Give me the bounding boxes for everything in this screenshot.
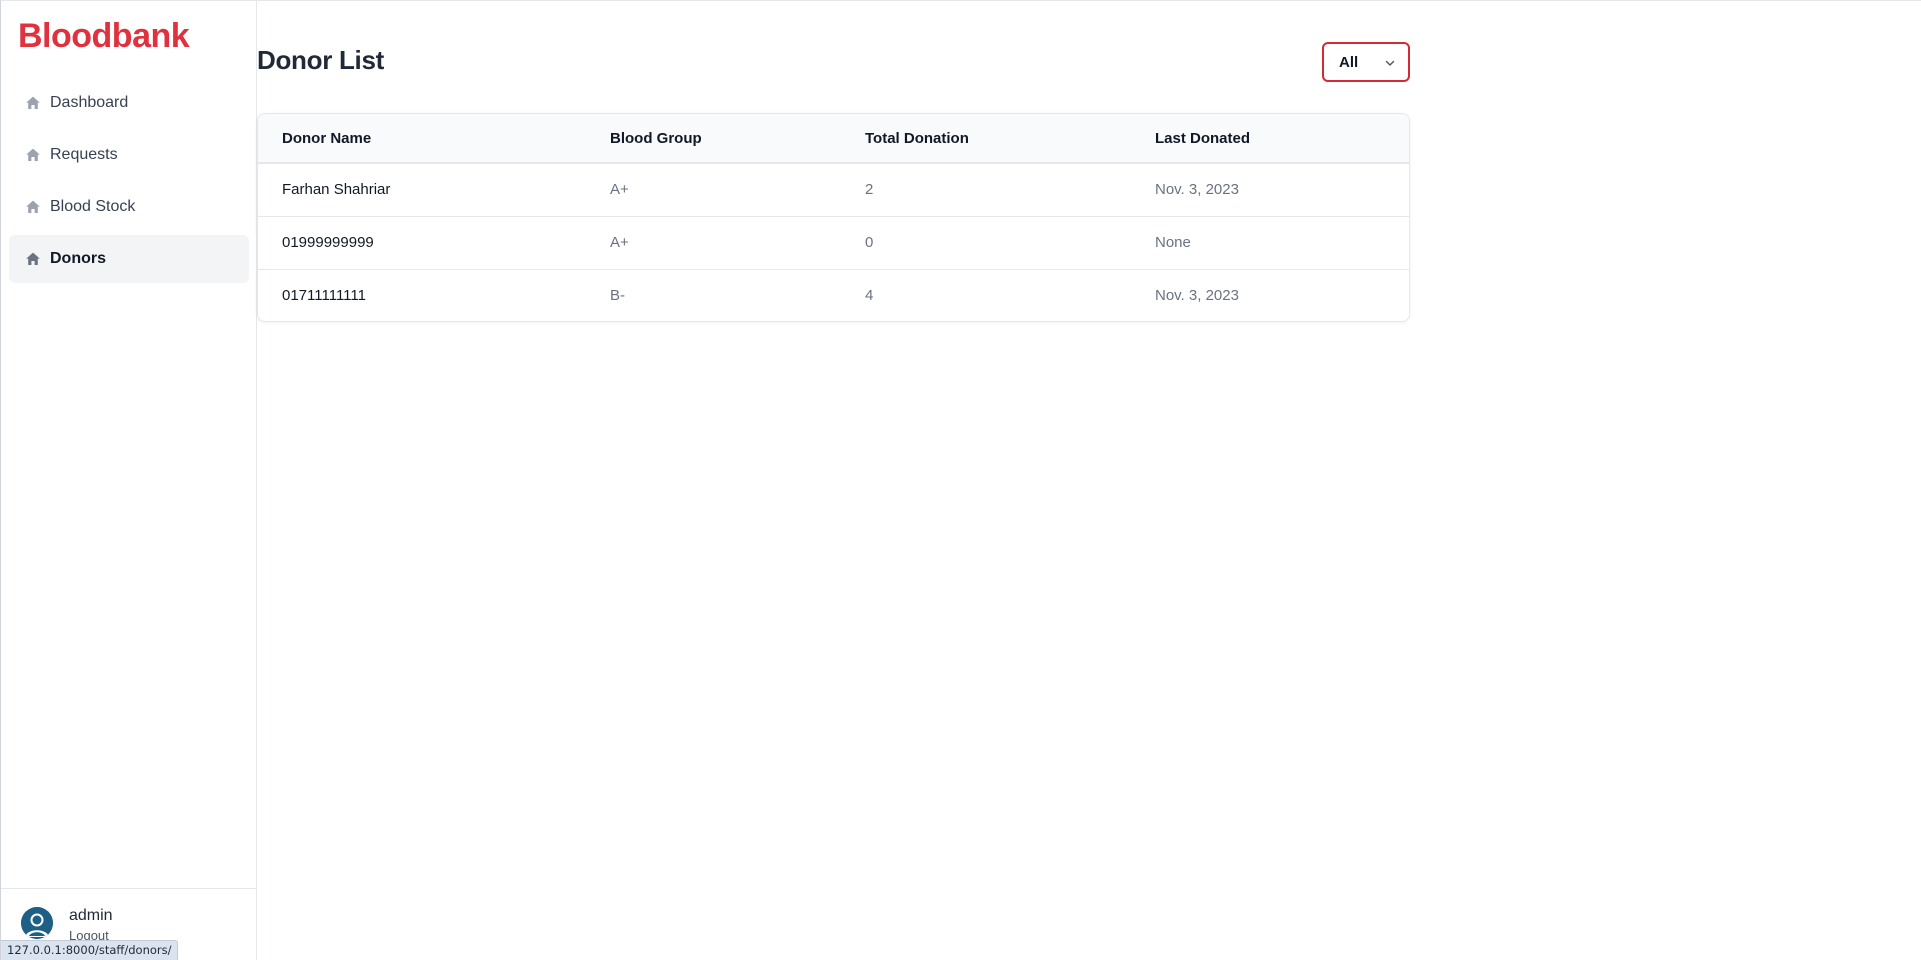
sidebar: Bloodbank Dashboard Requests Blood Stock xyxy=(1,1,257,960)
home-icon xyxy=(25,95,41,111)
page-title: Donor List xyxy=(257,45,384,75)
filter-selected-value: All xyxy=(1339,53,1359,71)
user-name: admin xyxy=(69,907,113,924)
sidebar-item-donors[interactable]: Donors xyxy=(9,235,249,283)
status-bar-url: 127.0.0.1:8000/staff/donors/ xyxy=(1,940,179,960)
column-header-blood-group: Blood Group xyxy=(610,129,702,147)
home-icon xyxy=(25,147,41,163)
table-row[interactable]: 01999999999 A+ 0 None xyxy=(258,216,1409,269)
last-donated-cell: Nov. 3, 2023 xyxy=(1155,181,1239,199)
sidebar-nav: Dashboard Requests Blood Stock Donors xyxy=(9,79,249,287)
total-donation-cell: 2 xyxy=(865,181,874,199)
home-icon xyxy=(25,251,41,267)
donor-table-card: Donor Name Blood Group Total Donation La… xyxy=(257,113,1410,322)
total-donation-cell: 0 xyxy=(865,234,874,251)
sidebar-item-label: Donors xyxy=(50,250,106,267)
sidebar-item-requests[interactable]: Requests xyxy=(9,131,249,179)
blood-group-cell: A+ xyxy=(610,234,629,251)
sidebar-item-label: Requests xyxy=(50,146,118,163)
blood-group-cell: B- xyxy=(610,287,625,305)
table-row[interactable]: Farhan Shahriar A+ 2 Nov. 3, 2023 xyxy=(258,163,1409,216)
last-donated-cell: Nov. 3, 2023 xyxy=(1155,287,1239,305)
donor-name-cell: 01999999999 xyxy=(282,234,374,251)
home-icon xyxy=(25,199,41,215)
avatar[interactable] xyxy=(21,907,53,939)
blood-group-cell: A+ xyxy=(610,181,629,199)
column-header-last-donated: Last Donated xyxy=(1155,129,1251,147)
sidebar-item-label: Dashboard xyxy=(50,94,129,111)
table-header-row: Donor Name Blood Group Total Donation La… xyxy=(258,114,1409,163)
blood-group-filter-select[interactable]: All xyxy=(1322,42,1410,82)
donor-name-cell: 01711111111 xyxy=(282,287,366,305)
sidebar-item-blood-stock[interactable]: Blood Stock xyxy=(9,183,249,231)
donor-name-cell: Farhan Shahriar xyxy=(282,181,391,199)
column-header-donor-name: Donor Name xyxy=(282,129,372,147)
sidebar-item-label: Blood Stock xyxy=(50,198,136,215)
brand-logo[interactable]: Bloodbank xyxy=(18,17,190,56)
column-header-total-donation: Total Donation xyxy=(865,129,969,147)
chevron-down-icon xyxy=(1385,60,1395,66)
user-icon xyxy=(21,907,53,939)
total-donation-cell: 4 xyxy=(865,287,874,305)
table-row[interactable]: 01711111111 B- 4 Nov. 3, 2023 xyxy=(258,269,1409,321)
app-root: Bloodbank Dashboard Requests Blood Stock xyxy=(0,0,1921,960)
last-donated-cell: None xyxy=(1155,234,1191,251)
donor-table: Donor Name Blood Group Total Donation La… xyxy=(258,114,1409,321)
sidebar-item-dashboard[interactable]: Dashboard xyxy=(9,79,249,127)
